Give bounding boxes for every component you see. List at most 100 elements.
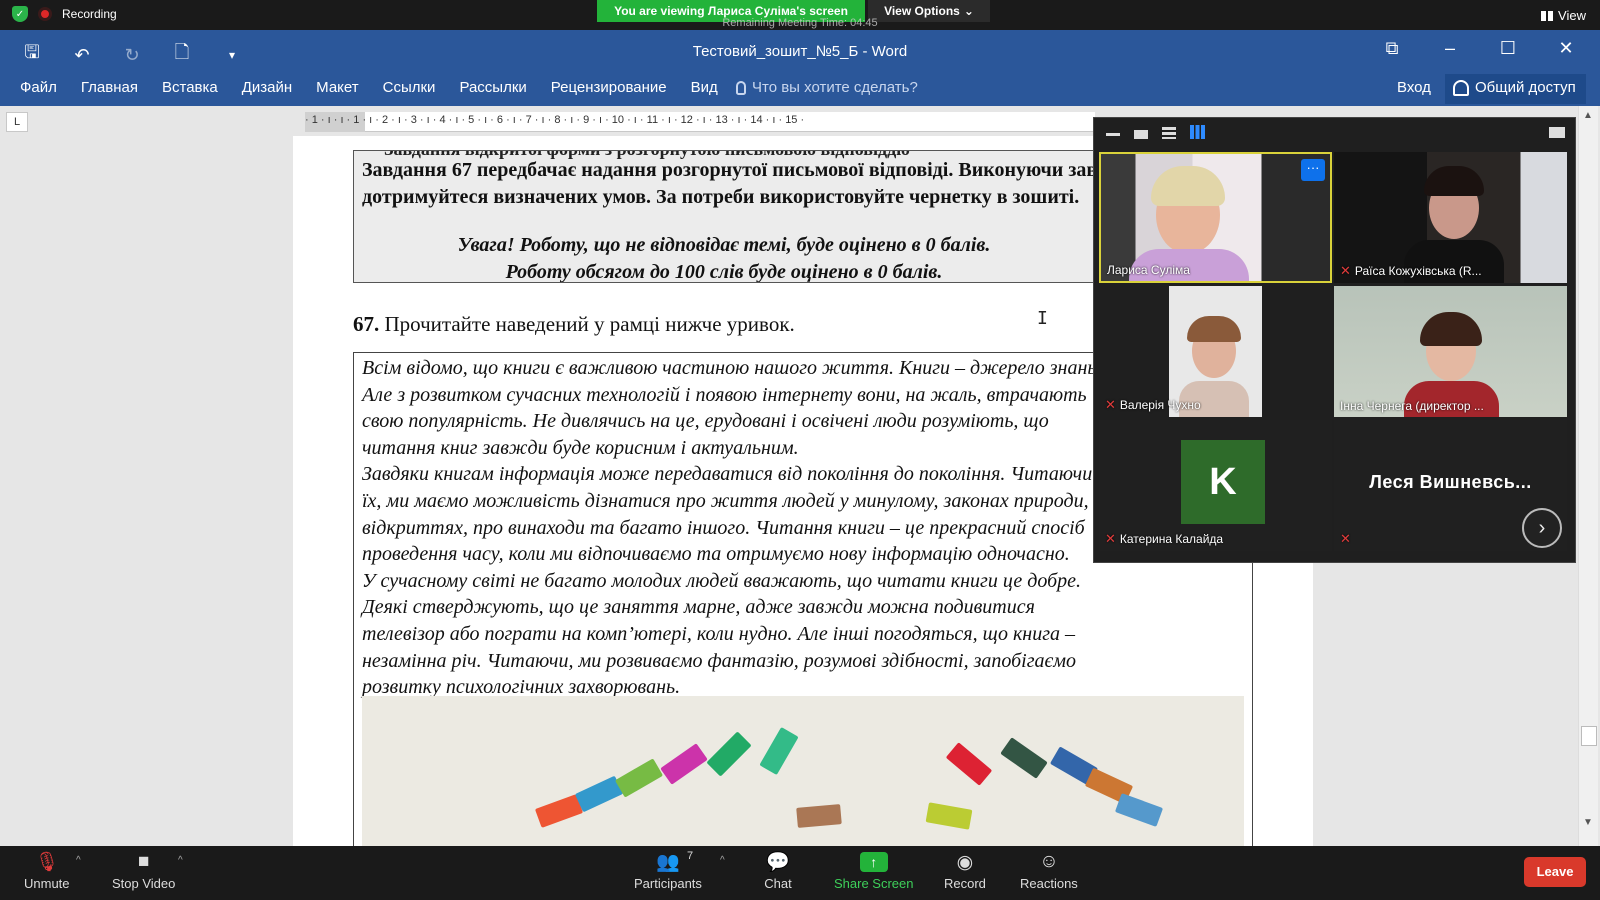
gallery-header — [1094, 118, 1577, 150]
remaining-meeting-time: Remaining Meeting Time: 04:45 — [722, 17, 878, 29]
tab-review[interactable]: Рецензирование — [551, 79, 667, 96]
books-illustration — [362, 696, 1244, 852]
book-shape — [759, 726, 799, 776]
warning-line-1: Увага! Роботу, що не відповідає темі, бу… — [457, 234, 991, 256]
muted-microphone-icon: 🎙 — [34, 852, 59, 873]
close-icon[interactable]: ✕ — [1554, 38, 1578, 59]
minimize-video-icon[interactable] — [1106, 133, 1120, 136]
participants-count: 7 — [687, 850, 694, 862]
book-shape — [706, 731, 752, 777]
minimize-icon[interactable]: – — [1438, 38, 1462, 59]
view-button[interactable]: View — [1541, 8, 1586, 23]
question-text: Прочитайте наведений у рамці нижче уриво… — [384, 312, 795, 336]
reactions-button[interactable]: ☺ Reactions — [1020, 850, 1078, 891]
unmute-button[interactable]: 🎙 Unmute — [24, 850, 70, 891]
scroll-up-icon[interactable]: ▲ — [1583, 110, 1593, 121]
participant-name: ✕ Катерина Калайда — [1105, 531, 1223, 547]
tab-list: Файл Главная Вставка Дизайн Макет Ссылки… — [20, 79, 742, 96]
tab-home[interactable]: Главная — [81, 79, 138, 96]
book-shape — [1114, 793, 1164, 827]
reactions-label: Reactions — [1020, 876, 1078, 891]
tell-me-box[interactable]: Что вы хотите сделать? — [736, 79, 918, 96]
speaker-view-icon[interactable] — [1162, 127, 1176, 139]
chat-button[interactable]: 💬 Chat — [764, 850, 792, 891]
book-shape — [660, 743, 708, 785]
video-options-caret[interactable]: ^ — [178, 855, 183, 866]
participant-tile[interactable]: ✕ Валерія Чухно — [1099, 286, 1332, 417]
more-options-button[interactable]: ··· — [1301, 159, 1325, 181]
lightbulb-icon — [736, 80, 746, 95]
stop-video-button[interactable]: ■ Stop Video — [112, 850, 175, 891]
participant-name-label: Валерія Чухно — [1119, 398, 1201, 412]
window-title: Тестовий_зошит_№5_Б - Word — [692, 43, 908, 60]
video-camera-icon: ■ — [137, 851, 150, 872]
horizontal-ruler[interactable]: · 1 · ı · ı · 1 · ı · 2 · ı · 3 · ı · 4 … — [305, 112, 1095, 132]
audio-options-caret[interactable]: ^ — [76, 855, 81, 866]
warning-text: Увага! Роботу, що не відповідає темі, бу… — [354, 232, 1094, 283]
record-button[interactable]: ◉ Record — [944, 850, 986, 892]
record-label: Record — [944, 876, 986, 891]
participants-label: Participants — [634, 876, 702, 891]
participant-name: ✕ Валерія Чухно — [1105, 397, 1201, 413]
scrollbar-thumb[interactable] — [1581, 726, 1597, 746]
participant-tile[interactable]: ✕ Раїса Кожухівська (R... — [1334, 152, 1567, 283]
participant-name-label: Лариса Суліма — [1107, 263, 1190, 277]
leave-button[interactable]: Leave — [1524, 857, 1586, 887]
participant-name: ✕ — [1340, 531, 1351, 547]
tab-layout[interactable]: Макет — [316, 79, 358, 96]
participant-name: ✕ Раїса Кожухівська (R... — [1340, 263, 1482, 279]
chat-label: Chat — [764, 876, 792, 891]
warning-line-2: Роботу обсягом до 100 слів буде оцінено … — [505, 261, 943, 283]
tab-file[interactable]: Файл — [20, 79, 57, 96]
gallery-view-icon[interactable] — [1190, 125, 1205, 139]
muted-mic-icon: ✕ — [1105, 397, 1116, 412]
participant-name-label: Катерина Калайда — [1119, 532, 1224, 546]
chat-icon: 💬 — [766, 852, 790, 873]
passage-line: Деякі стверджують, що це заняття марне, … — [362, 596, 1035, 619]
ribbon-tabs: Файл Главная Вставка Дизайн Макет Ссылки… — [0, 73, 1600, 106]
participant-name-label: Інна Чернега (директор ... — [1340, 399, 1484, 413]
grid-icon — [1541, 10, 1554, 21]
passage-line: незамінна річ. Читаючи, ми розвиваємо фа… — [362, 649, 1077, 672]
share-screen-icon: ↑ — [859, 850, 888, 874]
participant-tile[interactable]: Інна Чернега (директор ... — [1334, 286, 1567, 417]
view-options-label: View Options — [884, 4, 960, 18]
share-screen-button[interactable]: ↑ Share Screen — [834, 850, 914, 891]
record-icon: ◉ — [956, 851, 974, 873]
scroll-down-icon[interactable]: ▼ — [1583, 817, 1593, 828]
person-icon — [1453, 80, 1469, 96]
single-video-icon[interactable] — [1134, 130, 1148, 139]
chevron-down-icon: ⌄ — [963, 4, 974, 18]
tab-design[interactable]: Дизайн — [242, 79, 292, 96]
vertical-scrollbar[interactable]: ▲ ▼ — [1578, 106, 1598, 846]
book-shape — [945, 742, 993, 786]
zoom-top-bar: ✓ Recording You are viewing Лариса Сулім… — [0, 0, 1600, 30]
recording-label: Recording — [62, 7, 117, 21]
book-shape — [1000, 737, 1048, 779]
question-67: 67. Прочитайте наведений у рамці нижче у… — [353, 312, 795, 337]
screen-root: ✓ Recording You are viewing Лариса Сулім… — [0, 0, 1600, 900]
shield-icon[interactable]: ✓ — [12, 6, 28, 22]
share-label: Общий доступ — [1475, 79, 1576, 96]
next-page-button[interactable]: › — [1522, 508, 1562, 548]
record-dot-icon — [38, 7, 52, 21]
tab-mailings[interactable]: Рассылки — [459, 79, 526, 96]
tab-selector[interactable]: L — [6, 112, 28, 132]
sign-in-link[interactable]: Вход — [1397, 79, 1431, 96]
share-button[interactable]: Общий доступ — [1445, 74, 1586, 104]
maximize-icon[interactable]: ☐ — [1496, 38, 1520, 59]
chevron-right-icon: › — [1538, 517, 1546, 539]
passage-line: телевізор або пограти на комп’ютері, кол… — [362, 622, 1076, 645]
participant-tile[interactable]: ··· Лариса Суліма — [1099, 152, 1332, 283]
participants-icon: 👥 — [656, 852, 680, 873]
tab-view[interactable]: Вид — [691, 79, 718, 96]
muted-mic-icon: ✕ — [1340, 263, 1351, 278]
tab-insert[interactable]: Вставка — [162, 79, 218, 96]
view-label: View — [1558, 8, 1586, 23]
participant-tile[interactable]: K ✕ Катерина Калайда — [1099, 420, 1332, 551]
ruler-numbers: · 1 · ı · ı · 1 · ı · 2 · ı · 3 · ı · 4 … — [305, 114, 805, 126]
ribbon-display-icon[interactable]: ⧉ — [1380, 38, 1404, 59]
tab-references[interactable]: Ссылки — [383, 79, 436, 96]
participants-options-caret[interactable]: ^ — [720, 855, 725, 866]
exit-fullscreen-icon[interactable] — [1549, 127, 1565, 138]
